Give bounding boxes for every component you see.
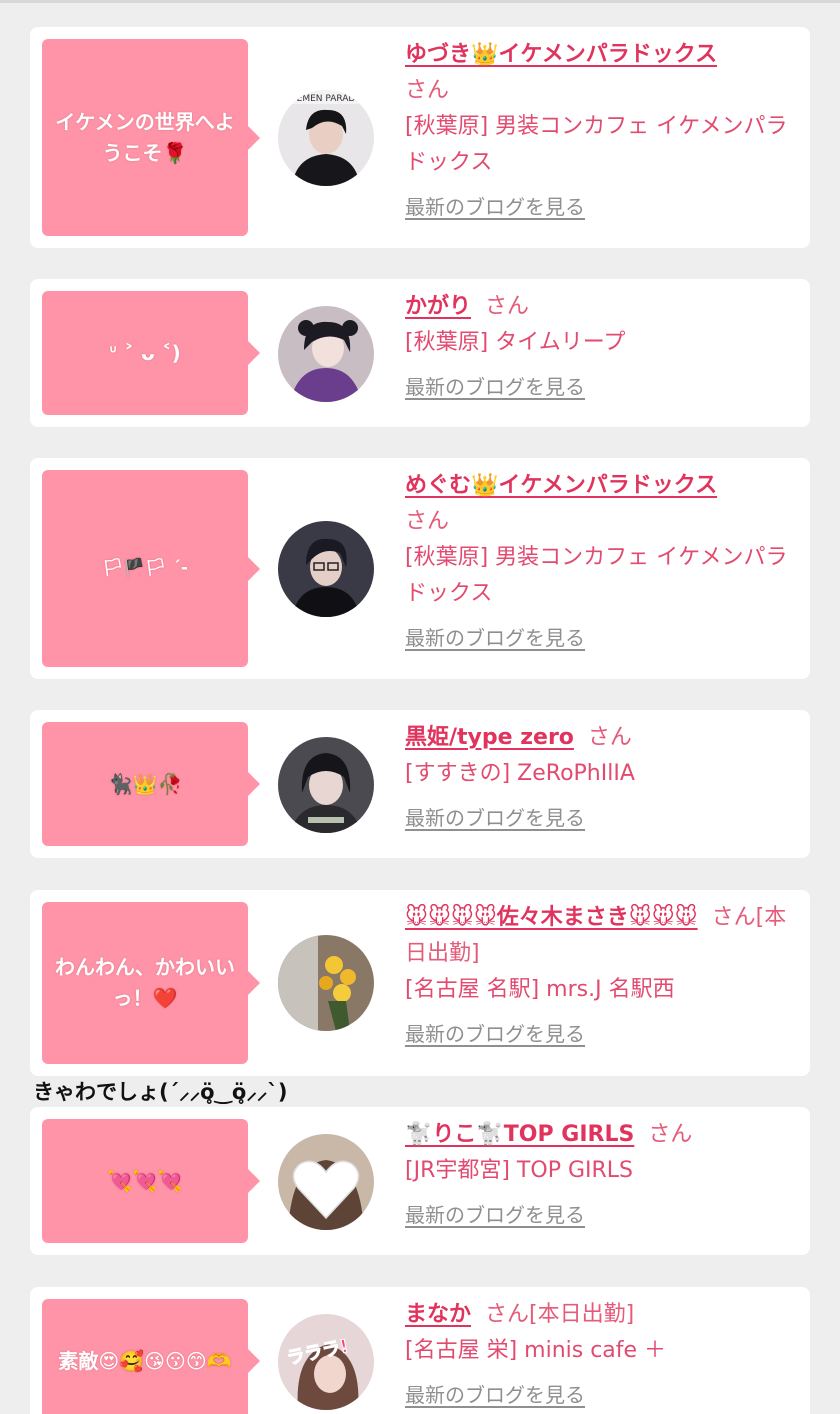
avatar-logo-text: EMEN PARAD: [297, 94, 356, 104]
latest-blog-link[interactable]: 最新のブログを見る: [405, 620, 585, 656]
card-info: 🐭🐭🐭🐭佐々木まさき🐭🐭🐭 さん[本日出勤] [名古屋 名駅] mrs.J 名駅西…: [405, 900, 805, 1053]
latest-blog-link[interactable]: 最新のブログを見る: [405, 1016, 585, 1052]
latest-blog-link[interactable]: 最新のブログを見る: [405, 189, 585, 225]
avatar[interactable]: EMEN PARAD: [278, 90, 374, 186]
card-info: めぐむ👑イケメンパラドックス さん [秋葉原] 男装コンカフェ イケメンパラドッ…: [405, 468, 805, 657]
shop-label: [すすきの] ZeRoPhIlIA: [405, 761, 635, 786]
comment-text: 🐈‍⬛👑🥀: [107, 771, 183, 796]
avatar[interactable]: [278, 935, 374, 1031]
honorific: さん: [485, 294, 530, 319]
diary-card: ᐡ ˃ ᴗ ˂) かがり さん [秋葉原] タイムリープ 最新のブログを見る: [30, 279, 810, 427]
avatar[interactable]: [278, 737, 374, 833]
avatar[interactable]: [278, 521, 374, 617]
card-info: 🐩りこ🐩TOP GIRLS さん [JR宇都宮] TOP GIRLS 最新のブログ…: [405, 1117, 805, 1234]
shop-label: [名古屋 栄] minis cafe ＋: [405, 1338, 667, 1363]
shop-label: [JR宇都宮] TOP GIRLS: [405, 1158, 633, 1183]
diary-card: 素敵😍🥰😘😗😙🫶 ラララ! まなか さん[本日出勤] [名古屋 栄] minis …: [30, 1287, 810, 1414]
girl-name-link[interactable]: ゆづき👑イケメンパラドックス: [405, 42, 717, 67]
comment-text: 素敵😍🥰😘😗😙🫶: [58, 1348, 232, 1373]
avatar[interactable]: [278, 1134, 374, 1230]
shop-label: [秋葉原] 男装コンカフェ イケメンパラドックス: [405, 545, 788, 606]
girl-name-link[interactable]: 黒姫/type zero: [405, 725, 574, 750]
girl-name-link[interactable]: まなか: [405, 1302, 471, 1327]
girl-name-link[interactable]: かがり: [405, 294, 471, 319]
latest-blog-link[interactable]: 最新のブログを見る: [405, 369, 585, 405]
latest-blog-link[interactable]: 最新のブログを見る: [405, 1377, 585, 1413]
comment-bubble: 🏳🏴🏳 ˊ-: [42, 470, 260, 667]
honorific: さん: [485, 1302, 530, 1327]
diary-card: 🐈‍⬛👑🥀 黒姫/type zero さん [すすきの] ZeRoPhIlIA 最…: [30, 710, 810, 858]
avatar[interactable]: ラララ!: [278, 1314, 374, 1410]
girl-name-link[interactable]: 🐩りこ🐩TOP GIRLS: [405, 1122, 634, 1147]
card-info: ゆづき👑イケメンパラドックス さん [秋葉原] 男装コンカフェ イケメンパラドッ…: [405, 37, 805, 226]
comment-text: 🏳🏴🏳 ˊ-: [102, 558, 188, 578]
girl-name-link[interactable]: 🐭🐭🐭🐭佐々木まさき🐭🐭🐭: [405, 905, 698, 930]
comment-bubble: 💘💘💘: [42, 1119, 260, 1243]
diary-card: イケメンの世界へようこそ🌹 EMEN PARAD ゆづき👑イケメンパラドックス …: [30, 27, 810, 248]
top-divider: [0, 0, 840, 3]
comment-text: 💘💘💘: [107, 1168, 183, 1193]
card-info: 黒姫/type zero さん [すすきの] ZeRoPhIlIA 最新のブログを…: [405, 720, 805, 837]
comment-bubble: 素敵😍🥰😘😗😙🫶: [42, 1299, 260, 1414]
comment-bubble: わんわん、かわいいっ！❤️: [42, 902, 260, 1064]
caption-text: きゃわでしょ(ˊ⸝⸝ö̥‿ö̥⸝⸝ˋ): [33, 1080, 288, 1104]
girl-name-link[interactable]: めぐむ👑イケメンパラドックス: [405, 473, 717, 498]
honorific: さん: [405, 509, 450, 534]
latest-blog-link[interactable]: 最新のブログを見る: [405, 800, 585, 836]
shop-label: [秋葉原] 男装コンカフェ イケメンパラドックス: [405, 114, 788, 175]
latest-blog-link[interactable]: 最新のブログを見る: [405, 1197, 585, 1233]
work-status: [本日出勤]: [529, 1302, 635, 1327]
comment-text: わんわん、かわいいっ！❤️: [55, 955, 235, 1010]
shop-label: [名古屋 名駅] mrs.J 名駅西: [405, 977, 675, 1002]
honorific: さん: [648, 1122, 693, 1147]
shop-label: [秋葉原] タイムリープ: [405, 330, 626, 355]
diary-card: 🏳🏴🏳 ˊ- めぐむ👑イケメンパラドックス さん [秋葉原] 男装コンカフェ イ…: [30, 458, 810, 679]
comment-text: ᐡ ˃ ᴗ ˂): [109, 340, 181, 365]
honorific: さん: [587, 725, 632, 750]
comment-bubble: イケメンの世界へようこそ🌹: [42, 39, 260, 236]
card-info: かがり さん [秋葉原] タイムリープ 最新のブログを見る: [405, 289, 805, 406]
card-info: まなか さん[本日出勤] [名古屋 栄] minis cafe ＋ 最新のブログを…: [405, 1297, 805, 1414]
avatar[interactable]: [278, 306, 374, 402]
comment-bubble: ᐡ ˃ ᴗ ˂): [42, 291, 260, 415]
honorific: さん: [405, 78, 450, 103]
diary-card: わんわん、かわいいっ！❤️ 🐭🐭🐭🐭佐々木まさき🐭🐭🐭 さん[本日出勤] [名古屋…: [30, 890, 810, 1076]
diary-card: 💘💘💘 🐩りこ🐩TOP GIRLS さん [JR宇都宮] TOP GIRLS 最新…: [30, 1107, 810, 1255]
comment-text: イケメンの世界へようこそ🌹: [55, 109, 235, 165]
comment-bubble: 🐈‍⬛👑🥀: [42, 722, 260, 846]
honorific: さん: [711, 905, 756, 930]
